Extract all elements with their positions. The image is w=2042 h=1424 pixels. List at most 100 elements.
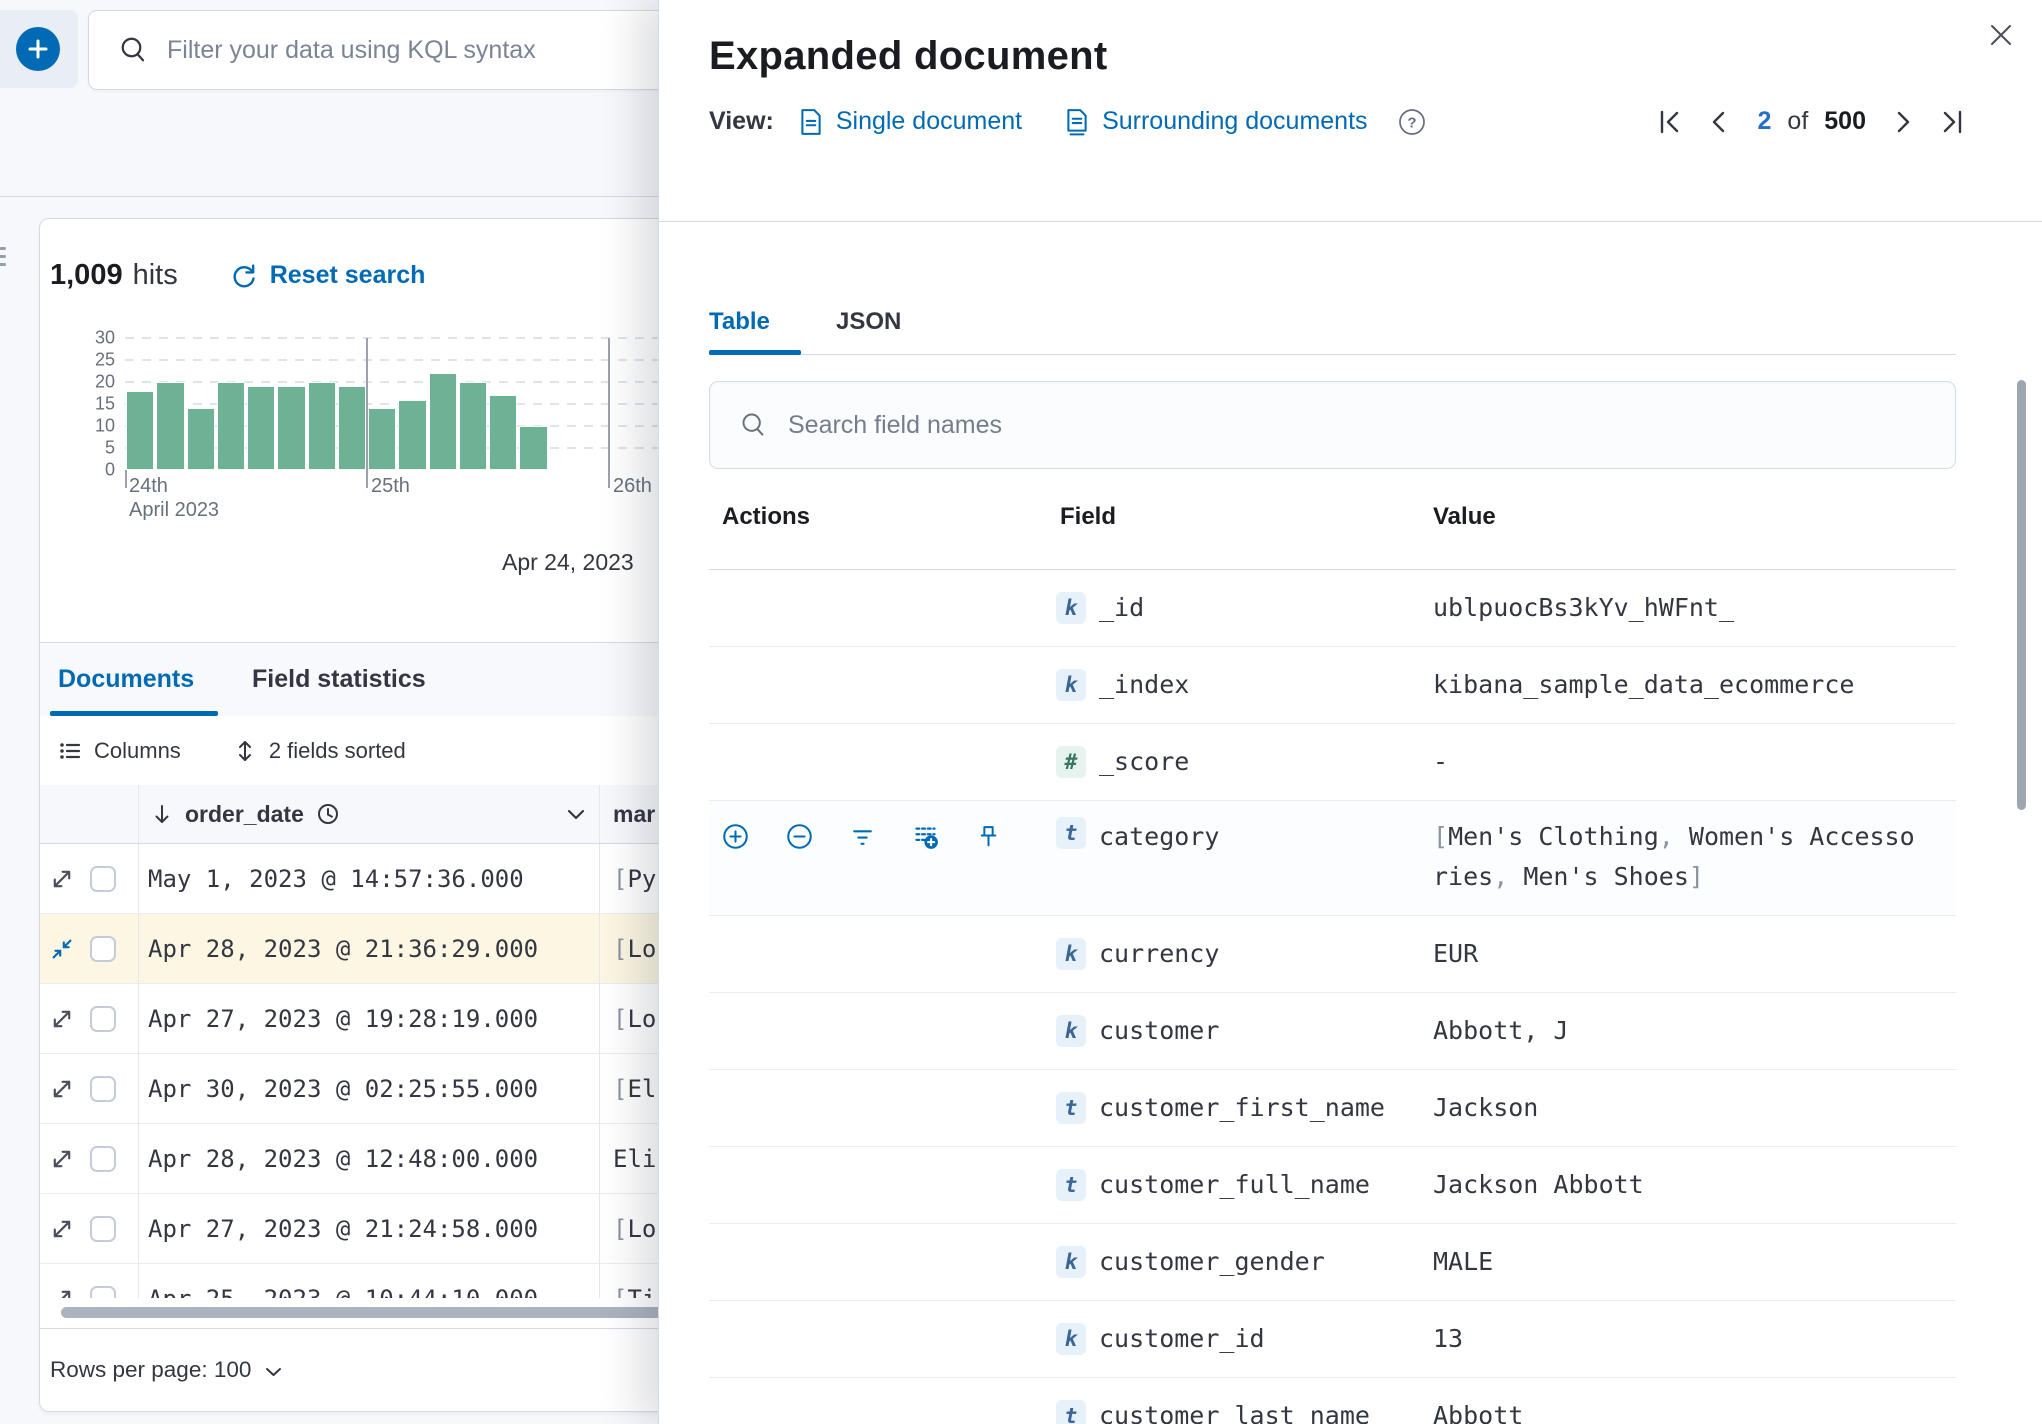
field-search-input[interactable]: Search field names bbox=[709, 381, 1956, 469]
reset-search-button[interactable]: Reset search bbox=[230, 261, 426, 290]
expand-document-icon[interactable] bbox=[50, 1147, 74, 1171]
documents-icon bbox=[1067, 108, 1087, 135]
row-checkbox[interactable] bbox=[90, 1075, 116, 1102]
order-date-cell[interactable]: May 1, 2023 @ 14:57:36.000 bbox=[148, 865, 524, 893]
field-row[interactable]: t category [Men's Clothing, Women's Acce… bbox=[709, 801, 1956, 916]
x-tick-25th: 25th bbox=[371, 475, 410, 497]
row-checkbox[interactable] bbox=[90, 865, 116, 892]
field-row[interactable]: k customer_id 13 bbox=[709, 1301, 1956, 1378]
collapse-document-icon[interactable] bbox=[50, 937, 74, 961]
row-checkbox[interactable] bbox=[90, 1145, 116, 1172]
row-checkbox[interactable] bbox=[90, 1005, 116, 1032]
surrounding-documents-link[interactable]: Surrounding documents bbox=[1064, 107, 1368, 136]
sort-desc-arrow-icon bbox=[155, 805, 169, 823]
value-cell[interactable]: [El bbox=[613, 1075, 656, 1103]
hits-count: 1,009 bbox=[50, 259, 123, 291]
expand-document-icon[interactable] bbox=[50, 1077, 74, 1101]
actions-column-header: Actions bbox=[722, 503, 811, 530]
y-tick-label: 30 bbox=[94, 327, 115, 348]
field-name: customer_last_name bbox=[1099, 1401, 1370, 1424]
field-row[interactable]: # _score - bbox=[709, 724, 1956, 801]
order-date-column-header[interactable]: order_date bbox=[139, 801, 599, 828]
column-menu-chevron-icon[interactable] bbox=[567, 809, 585, 820]
columns-button[interactable]: Columns bbox=[58, 738, 181, 764]
x-tick-24th: 24th bbox=[129, 475, 168, 497]
field-row[interactable]: k customer Abbott, J bbox=[709, 993, 1956, 1070]
expand-document-icon[interactable] bbox=[50, 867, 74, 891]
field-value: MALE bbox=[1433, 1247, 1494, 1276]
document-pagination: 2 of 500 bbox=[1644, 107, 1978, 136]
next-page-icon[interactable] bbox=[1896, 109, 1912, 135]
row-checkbox[interactable] bbox=[90, 1215, 116, 1242]
field-value: [Men's Clothing, Women's Accessories, Me… bbox=[1433, 822, 1915, 891]
field-row[interactable]: t customer_last_name Abbott bbox=[709, 1378, 1956, 1424]
hits-histogram[interactable]: 0 5 10 15 20 25 30 24th April 2023 25th 26th bbox=[40, 319, 700, 521]
previous-page-icon[interactable] bbox=[1710, 109, 1726, 135]
tab-documents[interactable]: Documents bbox=[58, 665, 194, 694]
histogram-plot bbox=[125, 337, 700, 488]
filter-out-value-icon[interactable] bbox=[786, 823, 813, 850]
single-document-label: Single document bbox=[835, 107, 1023, 135]
single-document-link[interactable]: Single document bbox=[798, 107, 1022, 136]
value-cell[interactable]: [Lo bbox=[613, 935, 656, 963]
order-date-cell[interactable]: Apr 27, 2023 @ 21:24:58.000 bbox=[148, 1215, 538, 1243]
expand-document-icon[interactable] bbox=[50, 1217, 74, 1241]
value-column-header[interactable]: mar bbox=[613, 801, 655, 828]
search-icon bbox=[742, 413, 764, 436]
field-value: - bbox=[1433, 747, 1449, 776]
field-name: customer bbox=[1099, 1016, 1220, 1045]
histogram-bar bbox=[216, 382, 246, 470]
row-checkbox[interactable] bbox=[90, 935, 116, 962]
field-search-placeholder: Search field names bbox=[788, 410, 1003, 439]
row-checkbox[interactable] bbox=[90, 1285, 116, 1298]
kql-search-input[interactable]: Filter your data using KQL syntax bbox=[88, 10, 730, 90]
help-icon[interactable]: ? bbox=[1398, 108, 1426, 136]
current-page-number: 2 bbox=[1757, 107, 1772, 135]
rows-per-page-button[interactable]: Rows per page: 100 bbox=[50, 1357, 282, 1383]
vertical-scrollbar-thumb[interactable] bbox=[2017, 380, 2026, 810]
reset-search-label: Reset search bbox=[269, 261, 426, 289]
field-row[interactable]: k _index kibana_sample_data_ecommerce bbox=[709, 647, 1956, 724]
fields-sorted-button[interactable]: 2 fields sorted bbox=[233, 738, 406, 764]
value-cell[interactable]: [Lo bbox=[613, 1005, 656, 1033]
field-row[interactable]: t customer_full_name Jackson Abbott bbox=[709, 1147, 1956, 1224]
sidebar-toggle-fragment-icon[interactable] bbox=[0, 242, 10, 272]
field-row[interactable]: k _id ublpuocBs3kYv_hWFnt_ bbox=[709, 570, 1956, 647]
expand-document-icon[interactable] bbox=[50, 1007, 74, 1031]
expand-document-icon[interactable] bbox=[50, 1287, 74, 1298]
gridline bbox=[125, 359, 700, 361]
field-name: customer_full_name bbox=[1099, 1170, 1370, 1199]
order-date-cell[interactable]: Apr 28, 2023 @ 12:48:00.000 bbox=[148, 1145, 538, 1173]
value-cell[interactable]: Eli bbox=[613, 1145, 656, 1173]
histogram-bar bbox=[489, 395, 518, 470]
field-row[interactable]: k currency EUR bbox=[709, 916, 1956, 993]
close-icon[interactable] bbox=[1988, 22, 2014, 48]
total-pages: 500 bbox=[1824, 107, 1866, 135]
pin-field-icon[interactable] bbox=[976, 824, 1001, 849]
field-row[interactable]: t customer_first_name Jackson bbox=[709, 1070, 1956, 1147]
order-date-cell[interactable]: Apr 30, 2023 @ 02:25:55.000 bbox=[148, 1075, 538, 1103]
first-page-icon[interactable] bbox=[1658, 109, 1682, 135]
y-tick-label: 5 bbox=[104, 437, 115, 458]
value-cell[interactable]: [Py bbox=[613, 865, 656, 893]
add-filter-button[interactable] bbox=[16, 27, 60, 71]
flyout-header: Expanded document View: Single document … bbox=[659, 0, 2042, 222]
tab-field-statistics[interactable]: Field statistics bbox=[252, 665, 426, 694]
x-axis-month-label: April 2023 bbox=[129, 499, 220, 521]
field-name: _id bbox=[1099, 593, 1145, 622]
field-row[interactable]: k customer_gender MALE bbox=[709, 1224, 1956, 1301]
field-type-badge: t bbox=[1056, 1092, 1086, 1124]
toggle-column-icon[interactable] bbox=[912, 823, 939, 850]
filter-for-value-icon[interactable] bbox=[722, 823, 749, 850]
value-cell[interactable]: [Lo bbox=[613, 1215, 656, 1243]
filter-exists-icon[interactable] bbox=[850, 824, 875, 849]
value-cell[interactable]: [Ti bbox=[613, 1285, 656, 1299]
tab-table[interactable]: Table bbox=[709, 308, 770, 336]
order-date-cell[interactable]: Apr 28, 2023 @ 21:36:29.000 bbox=[148, 935, 538, 963]
field-value: EUR bbox=[1433, 939, 1479, 968]
tab-json[interactable]: JSON bbox=[836, 308, 901, 336]
order-date-cell[interactable]: Apr 25, 2023 @ 10:44:10.000 bbox=[148, 1285, 538, 1299]
histogram-bar bbox=[307, 382, 336, 470]
order-date-cell[interactable]: Apr 27, 2023 @ 19:28:19.000 bbox=[148, 1005, 538, 1033]
last-page-icon[interactable] bbox=[1940, 109, 1964, 135]
